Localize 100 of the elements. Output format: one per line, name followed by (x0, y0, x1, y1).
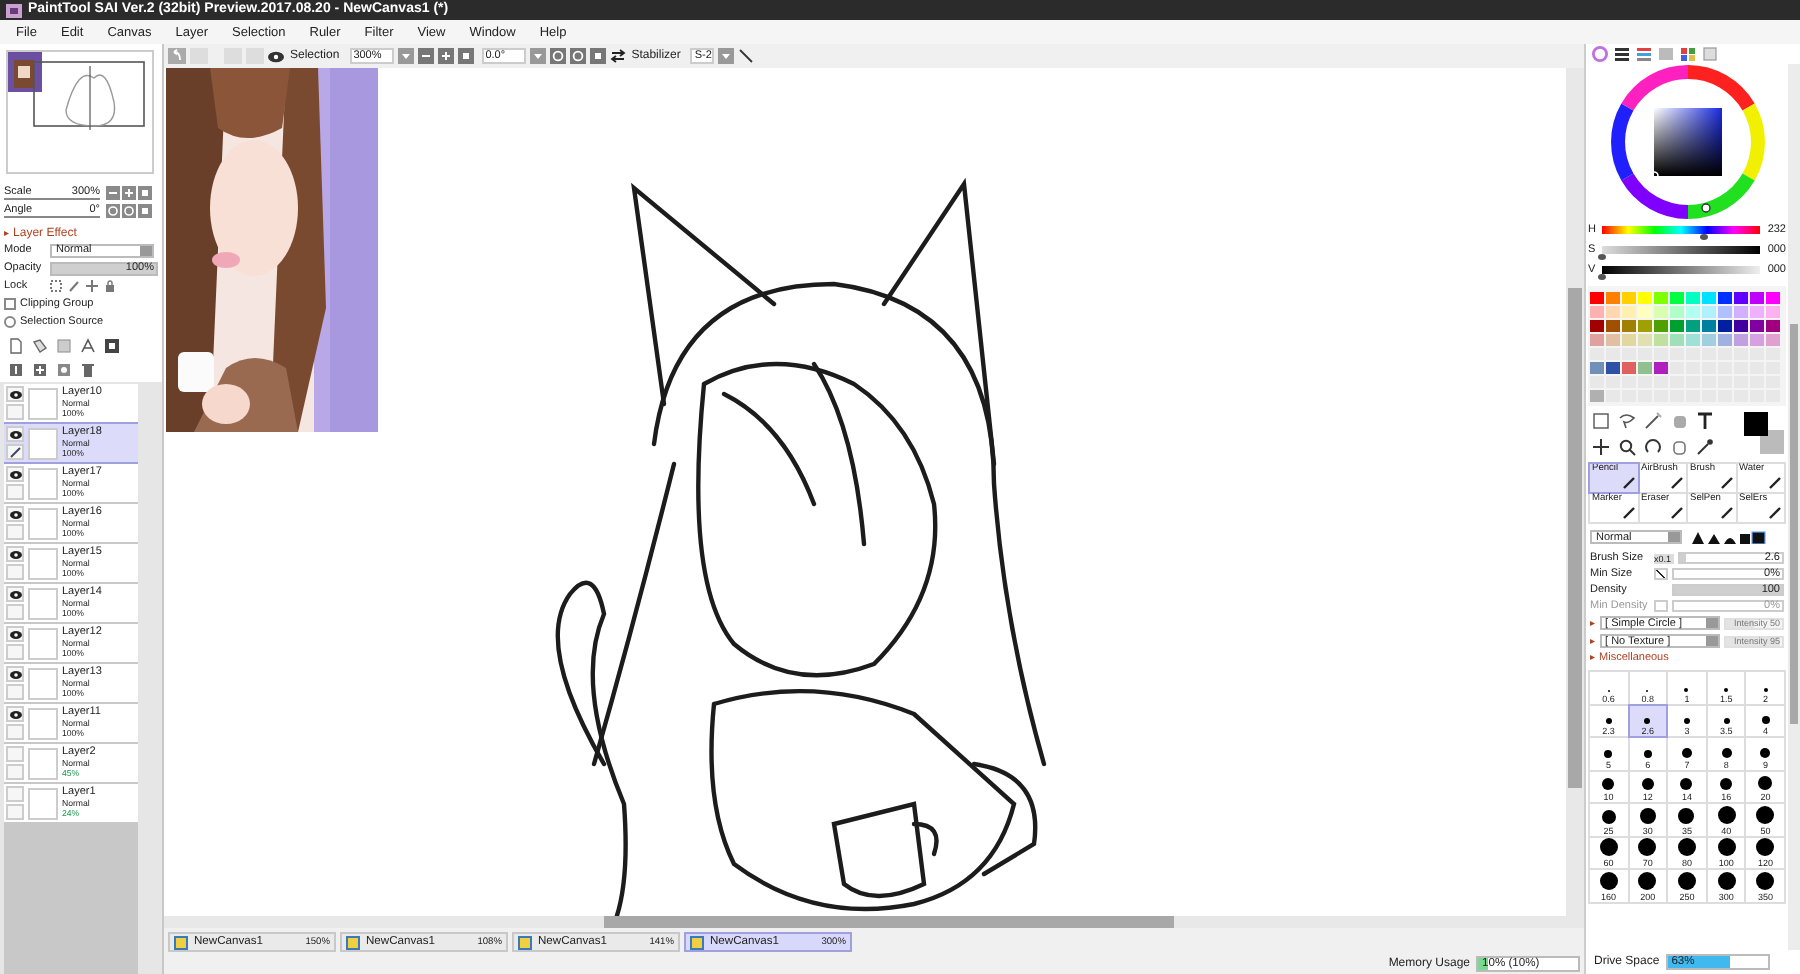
zoom-in-icon[interactable] (122, 186, 136, 200)
color-swatch[interactable] (1606, 306, 1620, 318)
panel-scrollbar[interactable] (1788, 64, 1800, 950)
lock-paint-icon[interactable] (68, 280, 80, 292)
color-swatch[interactable] (1670, 334, 1684, 346)
visibility-toggle[interactable] (6, 426, 24, 442)
color-swatch[interactable] (1590, 362, 1604, 374)
clear-layer-icon[interactable] (56, 362, 72, 378)
new-layer-set-icon[interactable] (32, 338, 48, 354)
color-swatch[interactable] (1750, 320, 1764, 332)
color-swatch[interactable] (1606, 320, 1620, 332)
zoom-out-icon[interactable] (106, 186, 120, 200)
color-slider[interactable] (1602, 246, 1760, 254)
checkbox[interactable] (4, 298, 16, 310)
drawing-canvas[interactable] (164, 68, 1566, 916)
color-swatch[interactable] (1606, 292, 1620, 304)
zoom-in-icon[interactable] (437, 48, 454, 64)
color-swatch[interactable] (1686, 334, 1700, 346)
rect-select-icon[interactable] (1592, 412, 1610, 430)
visibility-toggle[interactable] (6, 586, 24, 602)
color-swatch[interactable] (1702, 292, 1716, 304)
visibility-toggle[interactable] (6, 506, 24, 522)
rotate-icon[interactable] (1644, 437, 1662, 455)
merge-down-icon[interactable] (32, 362, 48, 378)
color-swatch[interactable] (1702, 334, 1716, 346)
color-swatch[interactable] (1590, 320, 1604, 332)
hsv-sliders-icon[interactable] (1636, 46, 1652, 62)
color-swatch[interactable] (1670, 292, 1684, 304)
color-swatch[interactable] (1702, 306, 1716, 318)
visibility-toggle[interactable] (6, 386, 24, 402)
visibility-toggle[interactable] (6, 666, 24, 682)
color-swatch[interactable] (1622, 362, 1636, 374)
color-swatch[interactable] (1734, 306, 1748, 318)
color-swatch[interactable] (1734, 292, 1748, 304)
undo-icon[interactable] (168, 48, 186, 64)
color-swatch[interactable] (1590, 390, 1604, 402)
color-swatch[interactable] (1750, 292, 1764, 304)
transfer-down-icon[interactable] (8, 362, 24, 378)
color-wheel-icon[interactable] (1592, 46, 1608, 62)
color-swatch[interactable] (1606, 362, 1620, 374)
color-swatch[interactable] (1750, 306, 1764, 318)
visibility-toggle[interactable] (6, 706, 24, 722)
color-swatch[interactable] (1766, 306, 1780, 318)
color-swatch[interactable] (1718, 320, 1732, 332)
text-tool-icon[interactable] (1696, 412, 1714, 430)
move-icon[interactable] (1592, 437, 1610, 455)
color-swatch[interactable] (1766, 334, 1780, 346)
color-swatch[interactable] (1590, 334, 1604, 346)
color-swatch[interactable] (1654, 292, 1668, 304)
visibility-toggle[interactable] (6, 546, 24, 562)
eye-icon[interactable] (268, 49, 284, 63)
color-slider[interactable] (1602, 226, 1760, 234)
dropdown-icon[interactable] (529, 48, 546, 64)
dropdown-icon[interactable] (397, 48, 414, 64)
visibility-toggle[interactable] (6, 626, 24, 642)
mask-icon[interactable] (104, 338, 120, 354)
color-swatch[interactable] (1686, 320, 1700, 332)
color-wheel[interactable] (1609, 64, 1765, 220)
color-swatch[interactable] (1638, 320, 1652, 332)
color-swatch[interactable] (1734, 320, 1748, 332)
color-swatch[interactable] (1590, 306, 1604, 318)
color-swatch[interactable] (1622, 292, 1636, 304)
reset-zoom-icon[interactable] (138, 186, 152, 200)
background-color[interactable] (1760, 430, 1784, 454)
color-swatch[interactable] (1718, 306, 1732, 318)
color-swatch[interactable] (1638, 292, 1652, 304)
color-swatch[interactable] (1734, 334, 1748, 346)
reset-rotation-icon[interactable] (138, 204, 152, 218)
reset-rotation-icon[interactable] (589, 48, 606, 64)
visibility-toggle[interactable] (6, 746, 24, 762)
foreground-color[interactable] (1744, 412, 1768, 436)
color-swatch[interactable] (1638, 362, 1652, 374)
flip-icon[interactable] (609, 48, 626, 64)
line-icon[interactable] (738, 48, 755, 64)
color-swatch[interactable] (1718, 334, 1732, 346)
color-swatch[interactable] (1622, 334, 1636, 346)
rgb-sliders-icon[interactable] (1614, 46, 1630, 62)
color-swatch[interactable] (1622, 306, 1636, 318)
color-swatch[interactable] (1638, 334, 1652, 346)
new-layer-icon[interactable] (8, 338, 24, 354)
merge-icon[interactable] (80, 338, 96, 354)
color-swatch[interactable] (1606, 334, 1620, 346)
vertical-scrollbar[interactable] (1566, 68, 1584, 916)
zoom-icon[interactable] (1618, 437, 1636, 455)
rotate-left-icon[interactable] (549, 48, 566, 64)
visibility-toggle[interactable] (6, 466, 24, 482)
lock-transparency-icon[interactable] (50, 280, 62, 292)
visibility-toggle[interactable] (6, 786, 24, 802)
color-swatch[interactable] (1654, 362, 1668, 374)
color-swatch[interactable] (1670, 320, 1684, 332)
rotate-right-icon[interactable] (122, 204, 136, 218)
color-swatch[interactable] (1686, 292, 1700, 304)
lock-icon[interactable] (104, 280, 116, 292)
zoom-out-icon[interactable] (417, 48, 434, 64)
brush-shape-icons[interactable] (1690, 530, 1766, 544)
lock-move-icon[interactable] (86, 280, 98, 292)
color-swatch[interactable] (1750, 334, 1764, 346)
lasso-icon[interactable] (1618, 412, 1636, 430)
color-swatch[interactable] (1654, 306, 1668, 318)
color-swatch[interactable] (1766, 320, 1780, 332)
